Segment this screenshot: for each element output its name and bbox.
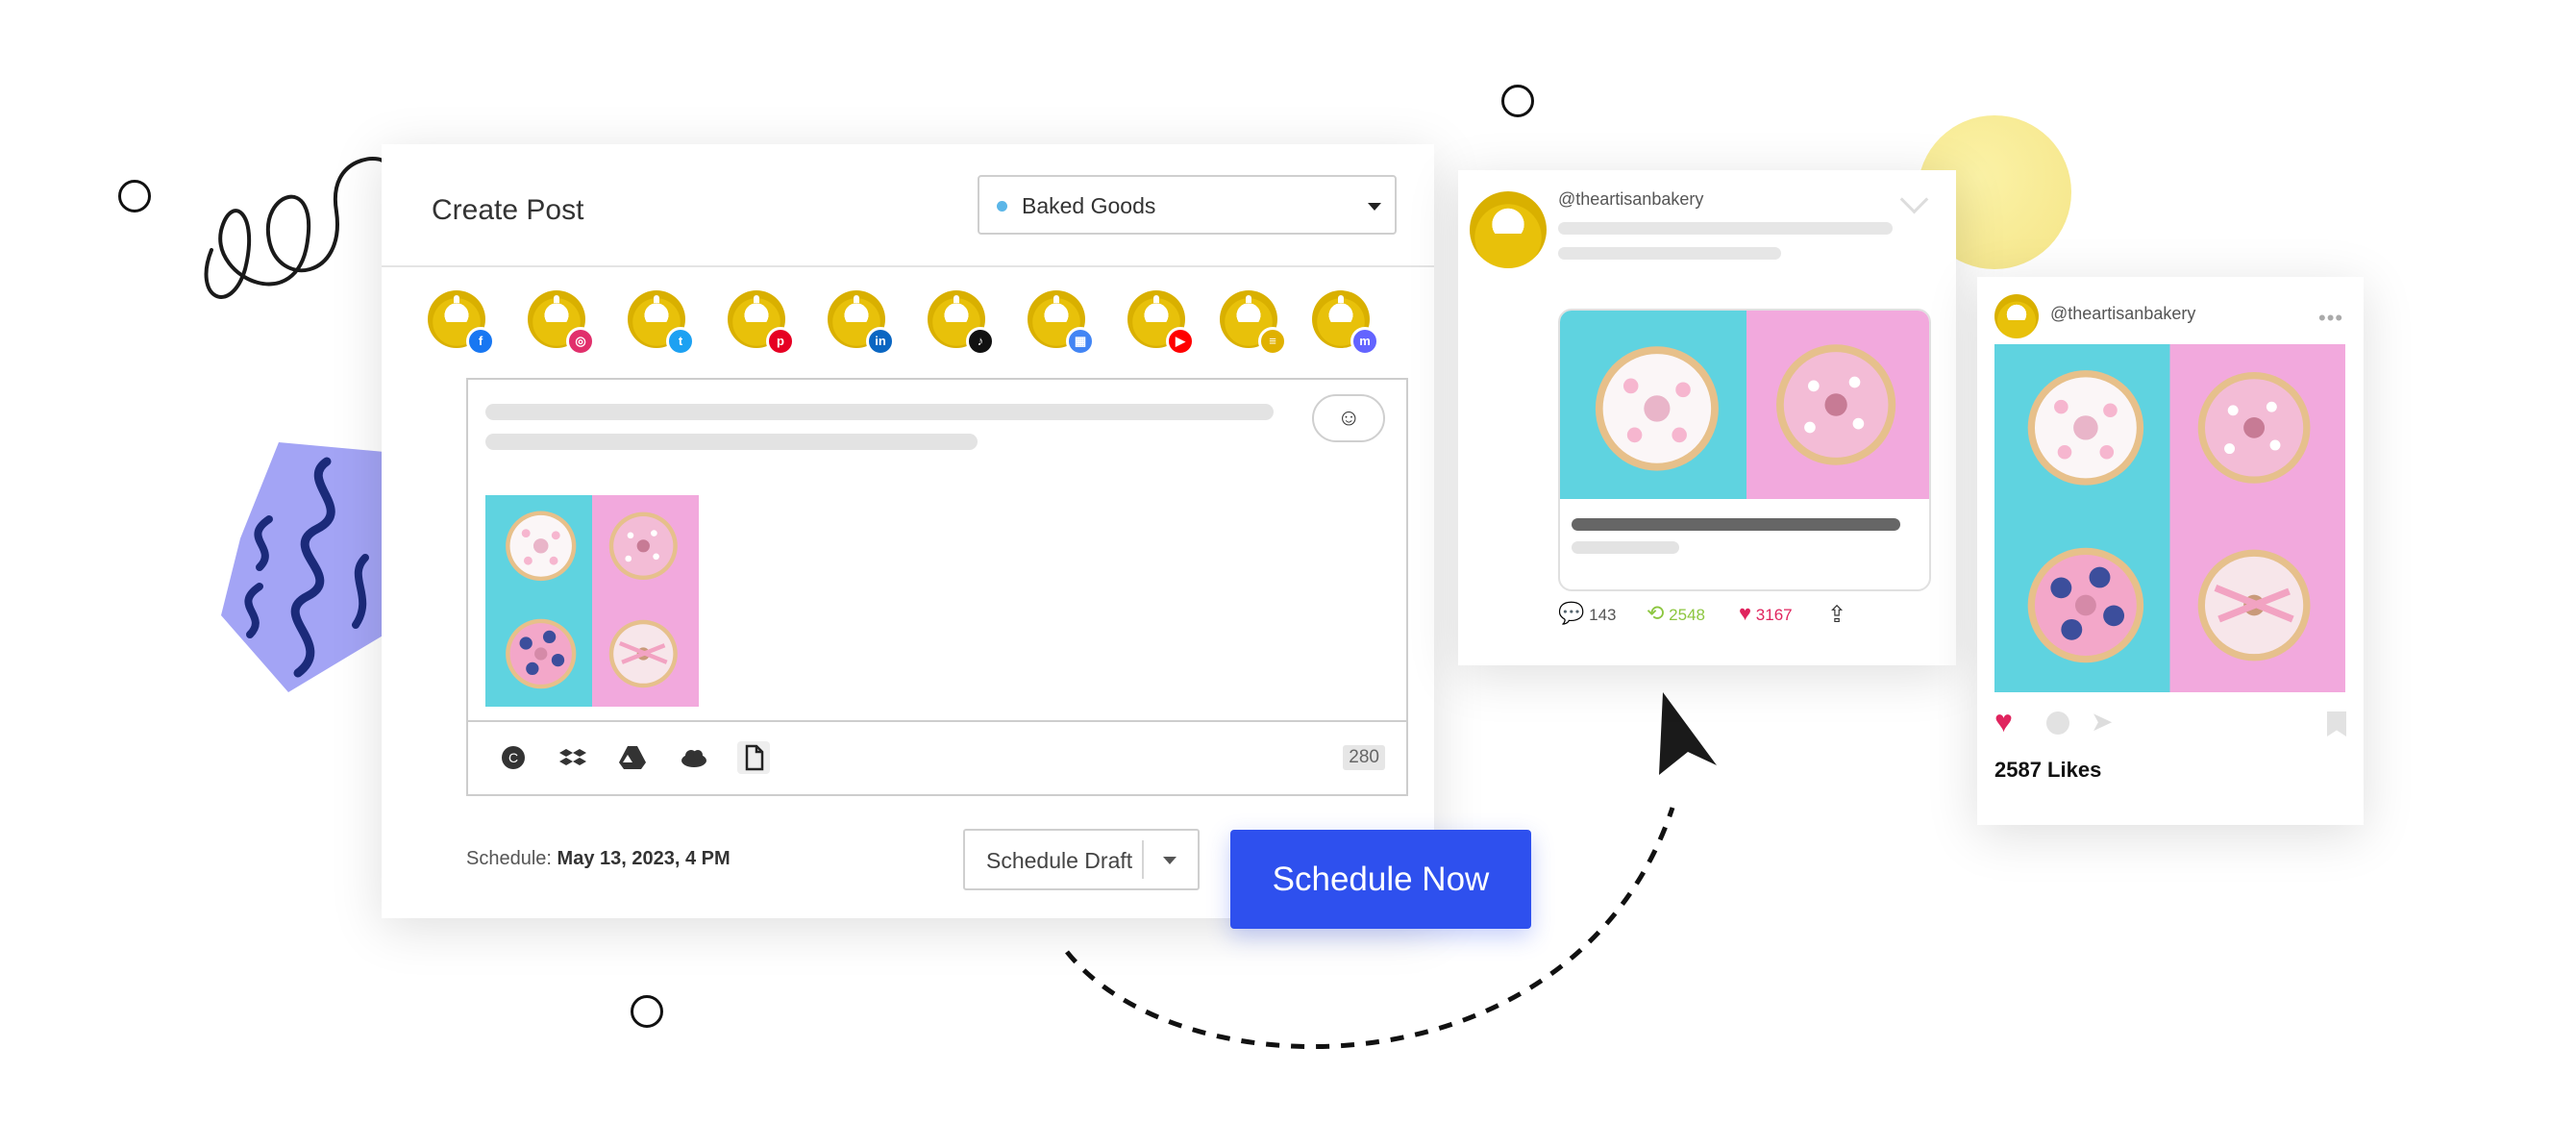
placeholder-text-line bbox=[1558, 222, 1893, 235]
canva-icon[interactable]: C bbox=[497, 741, 530, 774]
cursor-arrow-icon bbox=[1659, 692, 1717, 775]
decorative-ring bbox=[118, 180, 151, 212]
button-separator bbox=[1142, 840, 1144, 879]
schedule-info: Schedule: May 13, 2023, 4 PM bbox=[466, 848, 731, 870]
like-count: 3167 bbox=[1755, 606, 1793, 624]
account-handle: @theartisanbakery bbox=[2050, 304, 2196, 323]
instagram-icon: ◎ bbox=[566, 327, 595, 356]
placeholder-text-line bbox=[1572, 518, 1900, 531]
profile-avatar-pinterest[interactable]: p bbox=[728, 290, 795, 356]
mastodon-icon: m bbox=[1350, 327, 1379, 356]
profile-avatar-mastodon[interactable]: m bbox=[1312, 290, 1379, 356]
decorative-ring bbox=[1501, 85, 1534, 117]
comment-icon: 💬 bbox=[1558, 601, 1585, 625]
pinterest-icon: p bbox=[766, 327, 795, 356]
post-editor[interactable]: ☺ C 280 bbox=[466, 378, 1408, 796]
placeholder-text-line bbox=[1558, 247, 1781, 260]
twitter-preview-card: @theartisanbakery 💬 143 ⟲ 2548 ♥ 3167 ⇪ bbox=[1458, 170, 1956, 665]
placeholder-text-line bbox=[485, 404, 1274, 420]
schedule-draft-label: Schedule Draft bbox=[986, 848, 1133, 873]
svg-text:C: C bbox=[508, 750, 518, 765]
instagram-preview-card: @theartisanbakery ••• ♥ ➤ 2587 Likes bbox=[1977, 277, 2364, 825]
profile-avatar-blog[interactable]: ≡ bbox=[1220, 290, 1287, 356]
blog-icon: ≡ bbox=[1258, 327, 1287, 356]
share-icon[interactable]: ⇪ bbox=[1827, 601, 1846, 629]
decorative-squiggle-patch bbox=[221, 442, 384, 692]
twitter-icon: t bbox=[666, 327, 695, 356]
profile-avatar-instagram[interactable]: ◎ bbox=[528, 290, 595, 356]
heart-icon[interactable]: ♥ bbox=[1994, 704, 2013, 739]
linkedin-icon: in bbox=[866, 327, 895, 356]
heart-icon: ♥ bbox=[1739, 601, 1752, 625]
more-options-icon[interactable]: ••• bbox=[2318, 306, 2343, 331]
character-counter: 280 bbox=[1343, 745, 1385, 770]
bookmark-icon[interactable] bbox=[2327, 711, 2346, 736]
group-color-dot bbox=[997, 201, 1007, 212]
page-title: Create Post bbox=[432, 194, 584, 226]
send-icon[interactable]: ➤ bbox=[2091, 706, 2113, 737]
emoji-button[interactable]: ☺ bbox=[1312, 394, 1385, 442]
google-drive-icon[interactable] bbox=[616, 741, 649, 774]
decorative-ring bbox=[631, 995, 663, 1028]
profile-avatar-youtube[interactable]: ▶ bbox=[1127, 290, 1195, 356]
smiley-icon: ☺ bbox=[1337, 405, 1361, 431]
file-icon[interactable] bbox=[737, 741, 770, 774]
schedule-now-button[interactable]: Schedule Now bbox=[1230, 830, 1531, 929]
google-business-icon: ▦ bbox=[1066, 327, 1095, 356]
post-image bbox=[1994, 344, 2345, 692]
group-select[interactable]: Baked Goods bbox=[978, 175, 1397, 235]
retweet-icon: ⟲ bbox=[1647, 601, 1665, 625]
profile-avatar-facebook[interactable]: f bbox=[428, 290, 495, 356]
facebook-icon: f bbox=[466, 327, 495, 356]
placeholder-text-line bbox=[1572, 541, 1679, 554]
onedrive-icon[interactable] bbox=[678, 741, 710, 774]
avatar bbox=[1994, 294, 2039, 338]
chevron-down-icon[interactable] bbox=[1899, 185, 1929, 214]
dropbox-icon[interactable] bbox=[557, 741, 589, 774]
avatar bbox=[1470, 191, 1547, 268]
profile-avatar-tiktok[interactable]: ♪ bbox=[928, 290, 995, 356]
retweet-count: 2548 bbox=[1669, 606, 1705, 624]
link-preview-card[interactable] bbox=[1558, 309, 1931, 591]
tiktok-icon: ♪ bbox=[966, 327, 995, 356]
create-post-panel: Create Post Baked Goods f ◎ t p in ♪ ▦ ▶ ≡ m ☺ C bbox=[382, 144, 1434, 918]
attached-image[interactable] bbox=[485, 495, 699, 707]
like-stat[interactable]: ♥ 3167 bbox=[1739, 601, 1793, 626]
chevron-down-icon[interactable] bbox=[1163, 857, 1177, 864]
decorative-scribble bbox=[204, 157, 386, 299]
youtube-icon: ▶ bbox=[1166, 327, 1195, 356]
post-image bbox=[1560, 311, 1929, 499]
likes-count: 2587 Likes bbox=[1994, 758, 2102, 782]
schedule-datetime[interactable]: May 13, 2023, 4 PM bbox=[557, 848, 731, 869]
schedule-draft-button[interactable]: Schedule Draft bbox=[963, 829, 1200, 890]
profile-avatar-linkedin[interactable]: in bbox=[828, 290, 895, 356]
group-select-value: Baked Goods bbox=[1022, 193, 1156, 218]
comment-icon[interactable] bbox=[2046, 711, 2069, 735]
divider bbox=[382, 265, 1434, 267]
caret-down-icon bbox=[1368, 203, 1381, 211]
retweet-stat[interactable]: ⟲ 2548 bbox=[1647, 601, 1705, 626]
profile-avatar-google-business[interactable]: ▦ bbox=[1028, 290, 1095, 356]
placeholder-text-line bbox=[485, 434, 978, 450]
reply-stat[interactable]: 💬 143 bbox=[1558, 601, 1617, 626]
media-toolbar: C 280 bbox=[468, 720, 1406, 794]
schedule-label: Schedule: bbox=[466, 848, 552, 869]
reply-count: 143 bbox=[1589, 606, 1617, 624]
account-handle: @theartisanbakery bbox=[1558, 189, 1704, 209]
profile-avatar-twitter[interactable]: t bbox=[628, 290, 695, 356]
